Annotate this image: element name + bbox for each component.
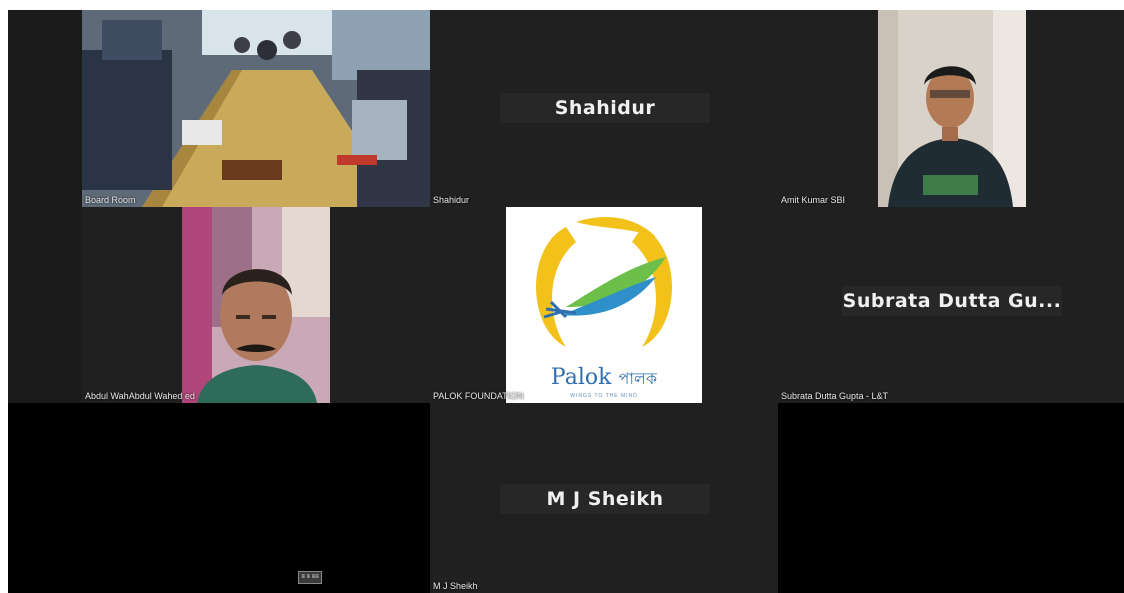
participant-tile-palok[interactable]: Palok পালক WINGS TO THE MIND PALOK FOUND… [430, 207, 778, 403]
participant-name-label: Abdul WahAbdul Wahed ed [85, 391, 195, 401]
participant-name-label: Shahidur [433, 195, 470, 205]
participant-tile-shahidur[interactable]: Shahidur Shahidur [430, 10, 778, 207]
participant-name-label: M J Sheikh [433, 581, 478, 591]
participant-name-label: Board Room [85, 195, 136, 205]
participant-tile-board-room[interactable]: Board Room [82, 10, 430, 207]
participant-display-name: Shahidur [500, 93, 710, 123]
participant-tile-mj-sheikh[interactable]: M J Sheikh M J Sheikh [430, 403, 778, 593]
participant-name-label: Amit Kumar SBI [781, 195, 846, 205]
empty-grid-area [778, 403, 1124, 593]
meeting-gallery-view: Board Room Shahidur Shahidur Amit Kumar … [8, 10, 1124, 593]
participant-tile-amit[interactable]: Amit Kumar SBI [778, 10, 1124, 207]
amit-video [878, 10, 1026, 207]
participant-tile-subrata[interactable]: Subrata Dutta Gu... Subrata Dutta Gupta … [778, 207, 1124, 403]
palok-tagline: WINGS TO THE MIND [570, 393, 638, 399]
palok-logo-text: Palok [550, 365, 612, 390]
participant-tile-abdul[interactable]: Abdul WahAbdul Wahed ed [82, 207, 430, 403]
board-room-video [82, 10, 430, 207]
participant-tile-empty[interactable]: ≡ ≡ ≡≡ [8, 403, 430, 593]
abdul-video [182, 207, 330, 403]
participant-display-name: M J Sheikh [500, 484, 710, 514]
palok-logo: Palok পালক WINGS TO THE MIND [506, 207, 702, 403]
participant-name-label: PALOK FOUNDATION [433, 391, 524, 401]
participant-name-label: Subrata Dutta Gupta - L&T [781, 391, 889, 401]
participant-display-name: Subrata Dutta Gu... [842, 286, 1062, 316]
audio-indicator-badge: ≡ ≡ ≡≡ [298, 571, 322, 584]
palok-logo-text-bengali: পালক [618, 369, 658, 388]
